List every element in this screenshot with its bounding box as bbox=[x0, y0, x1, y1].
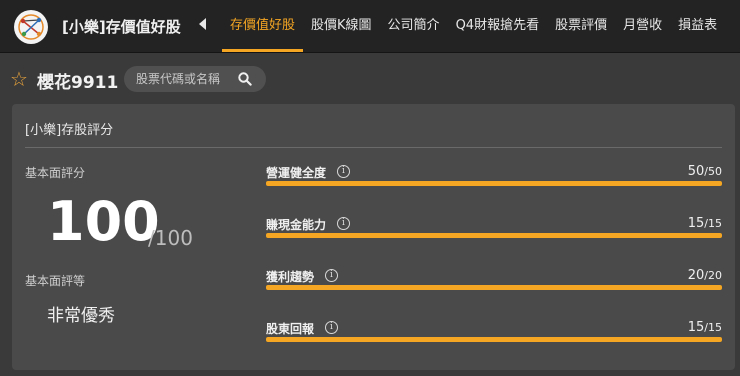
metric-name: 賺現金能力 bbox=[266, 218, 327, 232]
metric-cash-earning: 賺現金能力 i 15/15 bbox=[266, 216, 722, 252]
top-navigation-bar: [小樂]存價值好股 存價值好股 股價K線圖 公司簡介 Q4財報搶先看 股票評價 … bbox=[0, 0, 740, 53]
metric-shareholder-return: 股東回報 i 15/15 bbox=[266, 320, 722, 356]
progress-bar bbox=[266, 181, 722, 186]
info-icon[interactable]: i bbox=[337, 165, 350, 178]
divider bbox=[25, 147, 722, 148]
tab-stock-valuation[interactable]: 股票評價 bbox=[547, 0, 615, 52]
tab-monthly-revenue[interactable]: 月營收 bbox=[615, 0, 670, 52]
metric-name: 獲利趨勢 bbox=[266, 270, 315, 284]
tab-q4-earnings[interactable]: Q4財報搶先看 bbox=[448, 0, 548, 52]
search-input[interactable] bbox=[136, 70, 231, 88]
fundamental-grade-label: 基本面評等 bbox=[25, 274, 86, 288]
tab-k-line-chart[interactable]: 股價K線圖 bbox=[303, 0, 380, 52]
fundamental-score-value: 100 bbox=[47, 190, 160, 253]
metric-name: 股東回報 bbox=[266, 322, 315, 336]
tab-company-profile[interactable]: 公司簡介 bbox=[380, 0, 448, 52]
stock-name: 櫻花9911 bbox=[37, 73, 119, 93]
metric-operational-health: 營運健全度 i 50/50 bbox=[266, 164, 722, 200]
metric-value: 50/50 bbox=[687, 164, 722, 179]
main-tabs: 存價值好股 股價K線圖 公司簡介 Q4財報搶先看 股票評價 月營收 損益表 bbox=[222, 0, 725, 52]
app-logo[interactable] bbox=[14, 10, 48, 44]
info-icon[interactable]: i bbox=[337, 217, 350, 230]
tab-value-stocks[interactable]: 存價值好股 bbox=[222, 0, 304, 52]
progress-bar bbox=[266, 337, 722, 342]
metric-value: 15/15 bbox=[687, 320, 722, 335]
app-title[interactable]: [小樂]存價值好股 bbox=[62, 16, 181, 37]
search-icon[interactable] bbox=[238, 72, 252, 86]
progress-bar bbox=[266, 233, 722, 238]
fundamental-score-max: /100 bbox=[148, 226, 193, 250]
metric-value: 15/15 bbox=[687, 216, 722, 231]
metric-name: 營運健全度 bbox=[266, 166, 327, 180]
chevron-left-icon[interactable] bbox=[199, 18, 206, 30]
fundamental-grade-value: 非常優秀 bbox=[47, 306, 115, 326]
info-icon[interactable]: i bbox=[325, 269, 338, 282]
star-icon[interactable]: ☆ bbox=[10, 69, 28, 89]
stock-score-card: [小樂]存股評分 基本面評分 100 /100 基本面評等 非常優秀 營運健全度… bbox=[12, 104, 735, 370]
metric-profit-trend: 獲利趨勢 i 20/20 bbox=[266, 268, 722, 304]
fundamental-score-label: 基本面評分 bbox=[25, 166, 86, 180]
metric-value: 20/20 bbox=[687, 268, 722, 283]
tab-income-statement[interactable]: 損益表 bbox=[670, 0, 725, 52]
search-box bbox=[124, 66, 266, 92]
card-title: [小樂]存股評分 bbox=[25, 123, 114, 138]
progress-bar bbox=[266, 285, 722, 290]
info-icon[interactable]: i bbox=[325, 321, 338, 334]
